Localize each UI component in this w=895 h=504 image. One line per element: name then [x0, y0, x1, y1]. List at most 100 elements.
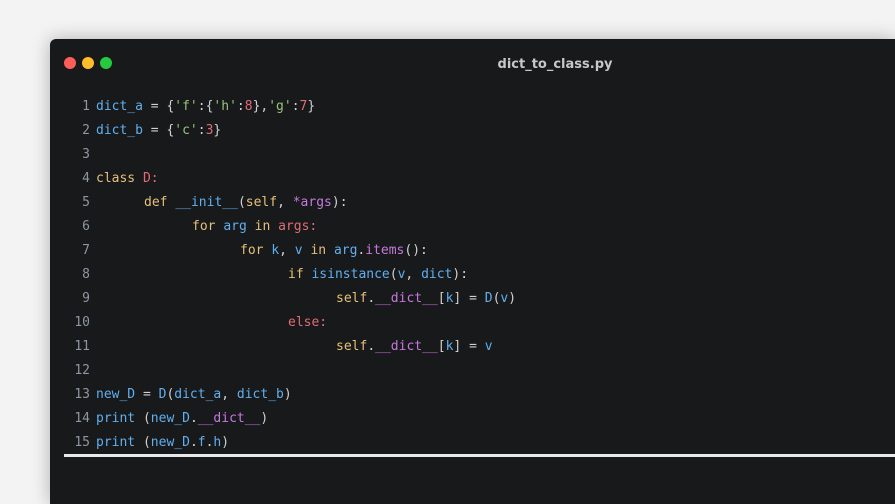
- code-token: v: [484, 339, 493, 354]
- code-token: =: [135, 387, 159, 402]
- code-text: dict_b = {'c':3}: [96, 119, 221, 143]
- code-token: (: [142, 411, 151, 426]
- code-text: for arg in args:: [96, 215, 317, 239]
- code-token: dict_b: [96, 123, 143, 138]
- line-number: 13: [74, 387, 90, 402]
- code-text: print (new_D.__dict__): [96, 407, 268, 431]
- code-token: v: [294, 243, 311, 258]
- code-token: 'c': [174, 123, 198, 138]
- code-token: else:: [288, 315, 328, 330]
- code-token: self: [245, 195, 278, 210]
- code-token: for: [192, 219, 224, 234]
- code-token: arg: [223, 219, 255, 234]
- code-token: new_D: [150, 411, 190, 426]
- code-token: =: [461, 291, 485, 306]
- code-token: dict_a: [96, 99, 143, 114]
- code-token: .: [367, 339, 376, 354]
- line-number: 14: [74, 411, 90, 426]
- code-text: else:: [96, 311, 327, 335]
- line-number: 15: [74, 435, 90, 450]
- code-token: ,: [405, 267, 422, 282]
- line-number: 10: [74, 315, 90, 330]
- code-line: 12: [70, 359, 96, 383]
- code-token: =: [461, 339, 485, 354]
- minimize-button[interactable]: [82, 57, 94, 69]
- code-token: :: [236, 99, 245, 114]
- code-line: 5 def __init__(self, *args):: [70, 191, 348, 215]
- code-text: for k, v in arg.items():: [96, 239, 428, 263]
- line-number: 8: [82, 267, 90, 282]
- code-line: 7 for k, v in arg.items():: [70, 239, 428, 263]
- code-token: f: [197, 435, 206, 450]
- code-token: .: [189, 411, 198, 426]
- code-line: 8 if isinstance(v, dict):: [70, 263, 468, 287]
- line-number: 5: [82, 195, 90, 210]
- code-line: 2 dict_b = {'c':3}: [70, 119, 221, 143]
- line-number: 1: [82, 99, 90, 114]
- code-token: __dict__: [197, 411, 261, 426]
- code-token: dict: [421, 267, 453, 282]
- code-token: =: [142, 123, 167, 138]
- code-token: ():: [404, 243, 428, 258]
- code-token: }: [307, 99, 316, 114]
- code-token: (: [237, 195, 246, 210]
- code-text: print (new_D.f.h): [96, 431, 229, 455]
- code-token: arg: [333, 243, 358, 258]
- code-token: new_D: [150, 435, 190, 450]
- code-token: (: [389, 267, 398, 282]
- code-text: class D:: [96, 167, 159, 191]
- code-token: ):: [452, 267, 469, 282]
- line-number: 3: [82, 147, 90, 162]
- code-line: 3: [70, 143, 96, 167]
- code-token: 8: [244, 99, 253, 114]
- code-text: new_D = D(dict_a, dict_b): [96, 383, 292, 407]
- code-token: *args: [292, 195, 332, 210]
- code-token: D: [484, 291, 493, 306]
- code-token: }: [213, 123, 222, 138]
- code-token: ,: [277, 195, 293, 210]
- code-line: 14 print (new_D.__dict__): [70, 407, 268, 431]
- code-token: dict_b: [236, 387, 284, 402]
- code-token: items: [365, 243, 405, 258]
- code-token: ): [221, 435, 230, 450]
- code-token: class: [96, 171, 143, 186]
- line-number: 7: [82, 243, 90, 258]
- code-line: 13 new_D = D(dict_a, dict_b): [70, 383, 292, 407]
- code-token: args:: [278, 219, 318, 234]
- close-button[interactable]: [64, 57, 76, 69]
- code-window: dict_to_class.py 1 dict_a = {'f':{'h':8},…: [50, 39, 895, 504]
- code-token: __dict__: [375, 291, 438, 306]
- code-text: dict_a = {'f':{'h':8},'g':7}: [96, 95, 315, 119]
- code-token: self: [336, 291, 368, 306]
- code-token: __dict__: [375, 339, 438, 354]
- code-text: if isinstance(v, dict):: [96, 263, 468, 287]
- maximize-button[interactable]: [100, 57, 112, 69]
- code-token: dict_a: [174, 387, 222, 402]
- line-number: 6: [82, 219, 90, 234]
- code-token: ):: [331, 195, 348, 210]
- code-token: [: [437, 339, 446, 354]
- code-token: (: [142, 435, 151, 450]
- line-number: 9: [82, 291, 90, 306]
- code-token: ): [260, 411, 269, 426]
- code-token: def: [144, 195, 176, 210]
- line-number: 2: [82, 123, 90, 138]
- line-number: 12: [74, 363, 90, 378]
- code-token: ): [508, 291, 517, 306]
- code-token: :: [291, 99, 300, 114]
- code-token: in: [310, 243, 334, 258]
- horizontal-scrollbar[interactable]: [64, 454, 895, 457]
- code-token: :: [197, 123, 206, 138]
- code-line: 10 else:: [70, 311, 327, 335]
- code-token: in: [254, 219, 279, 234]
- code-token: if: [288, 267, 312, 282]
- code-line: 4 class D:: [70, 167, 159, 191]
- code-text: self.__dict__[k] = D(v): [96, 287, 516, 311]
- code-token: .: [367, 291, 376, 306]
- code-token: :: [197, 99, 206, 114]
- code-line: 9 self.__dict__[k] = D(v): [70, 287, 516, 311]
- code-token: [: [437, 291, 446, 306]
- code-token: ,: [279, 243, 295, 258]
- window-title: dict_to_class.py: [497, 57, 613, 72]
- code-token: .: [189, 435, 198, 450]
